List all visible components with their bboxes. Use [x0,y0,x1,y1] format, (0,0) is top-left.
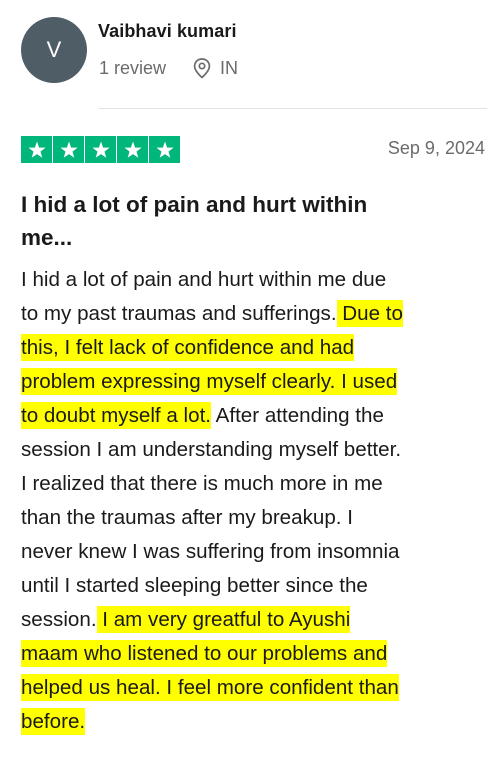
review-body-line: this, I felt lack of confidence and had [21,331,491,365]
review-body-line: to my past traumas and sufferings. Due t… [21,297,491,331]
review-body-line: problem expressing myself clearly. I use… [21,365,491,399]
body-text: I realized that there is much more in me [21,472,383,495]
reviewer-meta: 1 review IN [99,55,238,81]
star-icon [85,136,116,163]
body-text: never knew I was suffering from insomnia [21,540,400,563]
star-icon [149,136,180,163]
highlighted-text: helped us heal. I feel more confident th… [21,674,399,701]
highlighted-text: maam who listened to our problems and [21,640,388,667]
star-icon [53,136,84,163]
highlighted-text: I am very greatful to Ayushi [96,606,351,633]
review-body-line: I realized that there is much more in me [21,467,491,501]
reviewer-name[interactable]: Vaibhavi kumari [98,21,237,42]
review-title-line: I hid a lot of pain and hurt within [21,192,368,217]
highlighted-text: problem expressing myself clearly. I use… [21,368,398,395]
body-text: to my past traumas and sufferings. [21,302,337,325]
highlighted-text: before. [21,708,86,735]
review-body-line: before. [21,705,491,739]
review-body-line: maam who listened to our problems and [21,637,491,671]
star-rating [21,136,180,163]
avatar[interactable]: V [21,17,87,83]
review-card: V Vaibhavi kumari 1 review IN Sep 9, 202… [0,0,501,758]
body-text: session. [21,608,97,631]
body-text: than the traumas after my breakup. I [21,506,353,529]
review-title-line: me... [21,225,73,250]
highlighted-text: Due to [336,300,403,327]
review-body-line: I hid a lot of pain and hurt within me d… [21,263,491,297]
review-body-line: never knew I was suffering from insomnia [21,535,491,569]
star-icon [21,136,52,163]
divider [98,108,487,109]
review-body: I hid a lot of pain and hurt within me d… [21,263,491,739]
review-body-line: helped us heal. I feel more confident th… [21,671,491,705]
review-body-line: than the traumas after my breakup. I [21,501,491,535]
body-text: session I am understanding myself better… [21,438,402,461]
avatar-initial: V [46,37,62,62]
star-icon [117,136,148,163]
map-pin-icon [192,57,212,79]
highlighted-text: this, I felt lack of confidence and had [21,334,355,361]
review-body-line: until I started sleeping better since th… [21,569,491,603]
review-body-line: to doubt myself a lot. After attending t… [21,399,491,433]
body-text: After attending the [211,404,384,427]
body-text: I hid a lot of pain and hurt within me d… [21,268,387,291]
highlighted-text: to doubt myself a lot. [21,402,212,429]
body-text: until I started sleeping better since th… [21,574,368,597]
review-body-line: session. I am very greatful to Ayushi [21,603,491,637]
review-body-line: session I am understanding myself better… [21,433,491,467]
review-count: 1 review [99,57,167,78]
review-title[interactable]: I hid a lot of pain and hurt within me... [21,188,481,254]
reviewer-country: IN [220,57,239,78]
review-date: Sep 9, 2024 [387,138,485,158]
